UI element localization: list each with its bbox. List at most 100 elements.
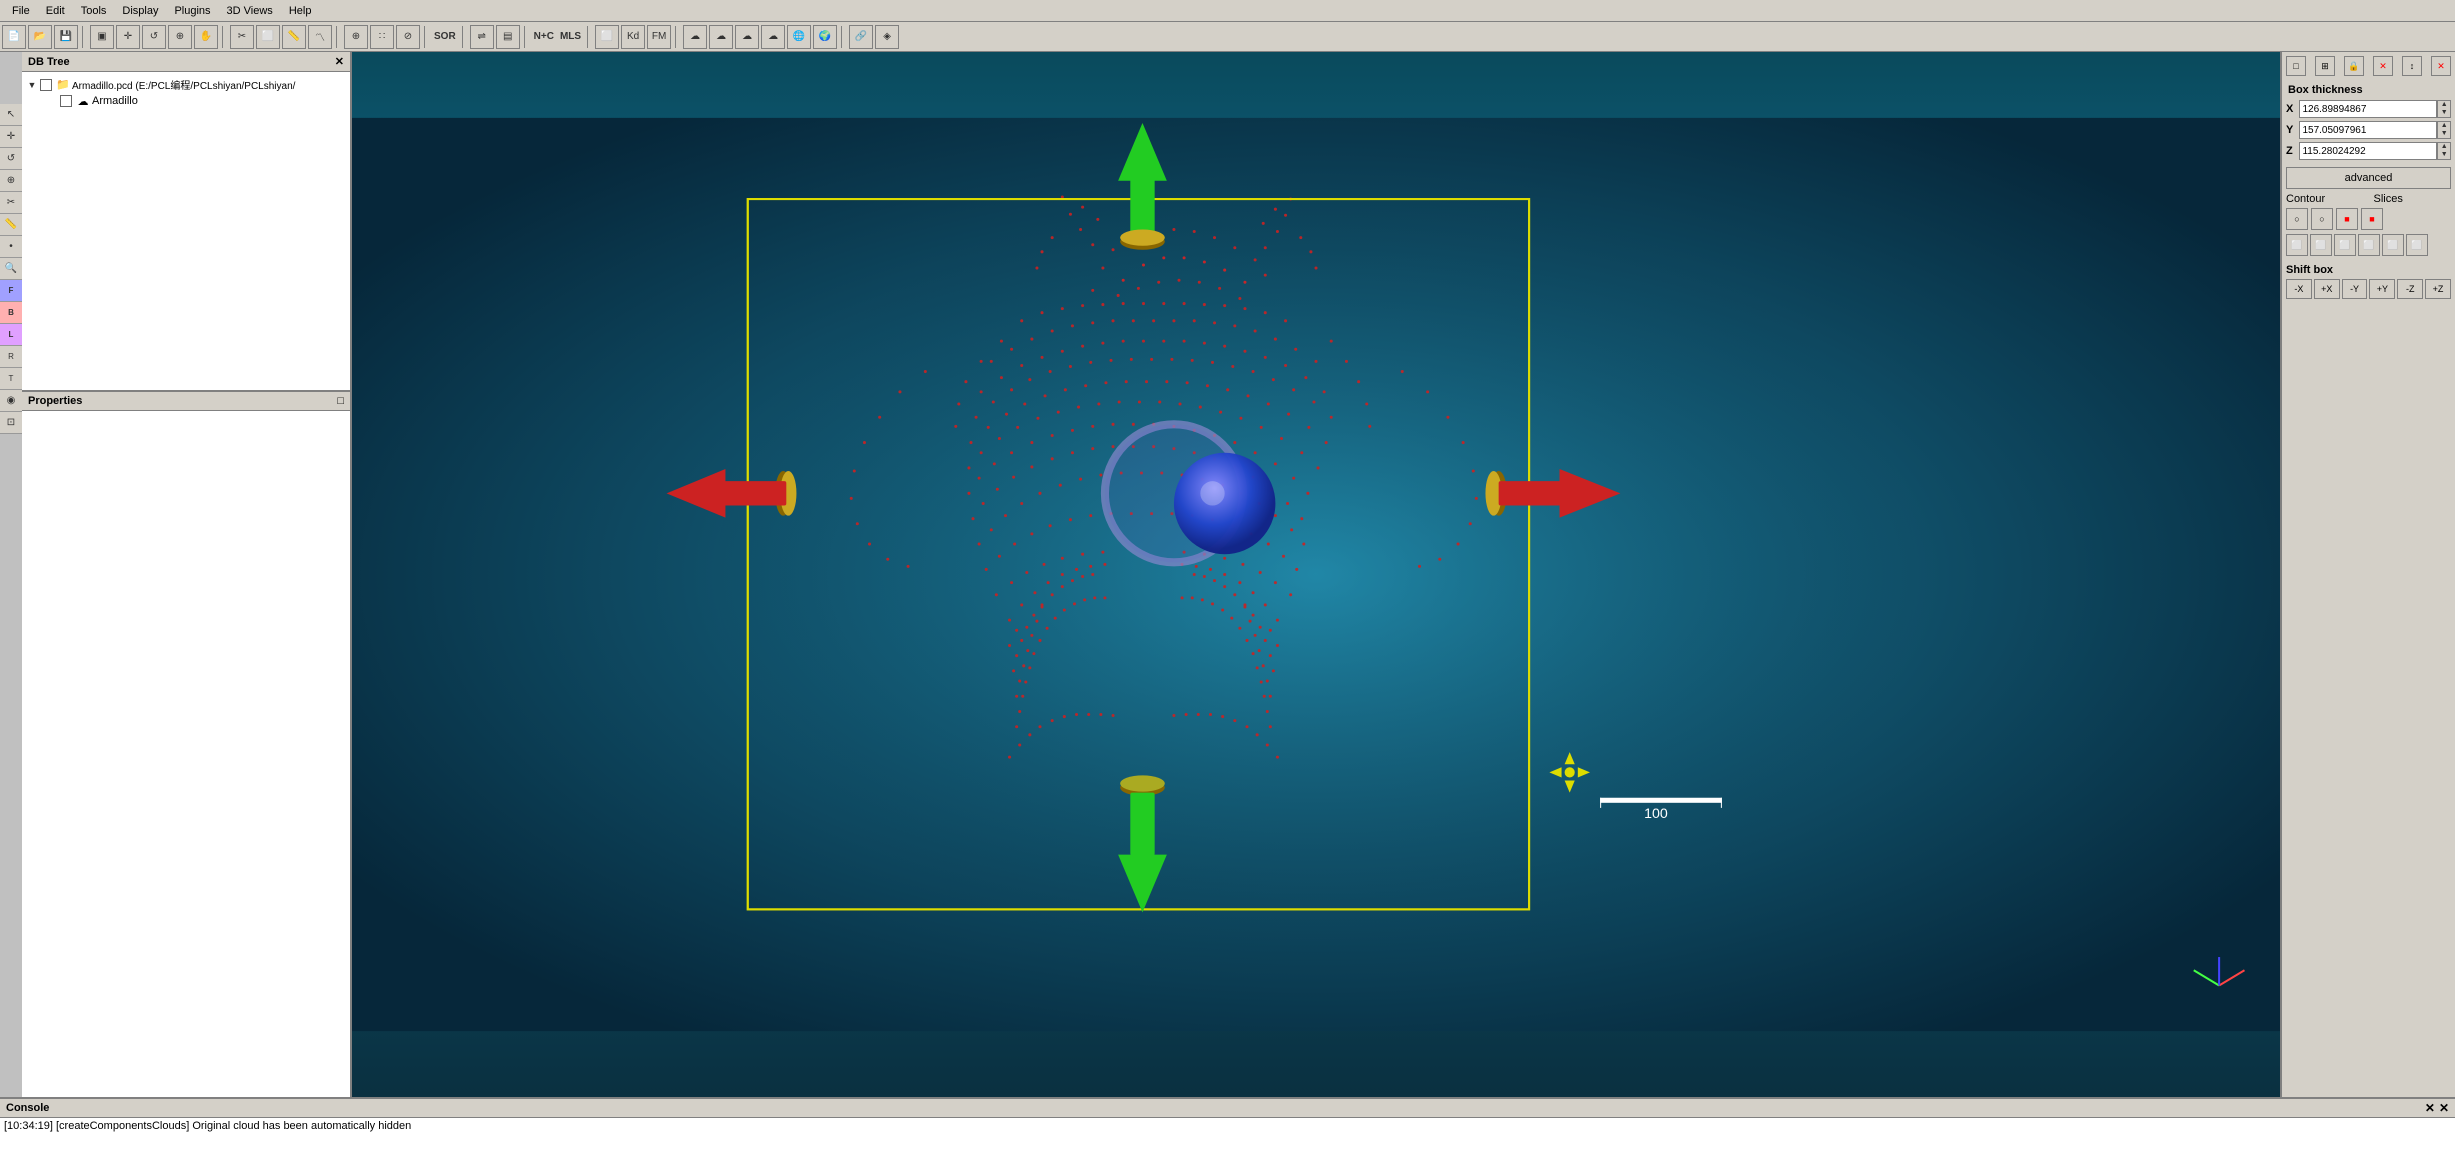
menu-3dviews[interactable]: 3D Views bbox=[219, 3, 281, 19]
icp-button[interactable]: ⇌ bbox=[470, 25, 494, 49]
folder-icon: 📁 bbox=[56, 78, 70, 92]
merge-button[interactable]: ⊕ bbox=[344, 25, 368, 49]
pan-button[interactable]: ✋ bbox=[194, 25, 218, 49]
shift-pos-x[interactable]: +X bbox=[2314, 279, 2340, 299]
tree-check-root[interactable] bbox=[40, 79, 52, 91]
viewport[interactable]: 100 bbox=[352, 52, 2280, 1097]
cloud3-button[interactable]: ☁ bbox=[735, 25, 759, 49]
shift-neg-x[interactable]: -X bbox=[2286, 279, 2312, 299]
menu-edit[interactable]: Edit bbox=[38, 3, 73, 19]
kd-label[interactable]: Kd bbox=[621, 25, 645, 49]
filter-button[interactable]: ⊘ bbox=[396, 25, 420, 49]
console-close-icon[interactable]: ✕ bbox=[2425, 1101, 2435, 1115]
front-view-btn[interactable]: F bbox=[0, 280, 22, 302]
search-icon-btn[interactable]: 🔍 bbox=[0, 258, 22, 280]
properties-expand-icon[interactable]: □ bbox=[337, 395, 344, 407]
spinner-up-x[interactable]: ▲ bbox=[2441, 101, 2448, 109]
grid-icon-btn[interactable]: ⊡ bbox=[0, 412, 22, 434]
circle-icon-btn[interactable]: ◉ bbox=[0, 390, 22, 412]
section-btn5[interactable]: ⬜ bbox=[2382, 234, 2404, 256]
section-btn6[interactable]: ⬜ bbox=[2406, 234, 2428, 256]
shift-pos-y[interactable]: +Y bbox=[2369, 279, 2395, 299]
section-btn1[interactable]: ⬜ bbox=[2286, 234, 2308, 256]
cloud2-button[interactable]: ☁ bbox=[709, 25, 733, 49]
measure-button[interactable]: 📏 bbox=[282, 25, 306, 49]
crop-button[interactable]: ⬜ bbox=[256, 25, 280, 49]
tree-item-root[interactable]: ▼ 📁 Armadillo.pcd (E:/PCL编程/PCLshiyan/PC… bbox=[26, 76, 346, 93]
tree-check-child[interactable] bbox=[60, 95, 72, 107]
section-btn3[interactable]: ⬜ bbox=[2334, 234, 2356, 256]
shift-pos-z[interactable]: +Z bbox=[2425, 279, 2451, 299]
translate-button[interactable]: ✛ bbox=[116, 25, 140, 49]
section-btn4[interactable]: ⬜ bbox=[2358, 234, 2380, 256]
spinner-down-x[interactable]: ▼ bbox=[2441, 109, 2448, 117]
plugin2-button[interactable]: ◈ bbox=[875, 25, 899, 49]
spinner-up-y[interactable]: ▲ bbox=[2441, 122, 2448, 130]
menu-tools[interactable]: Tools bbox=[73, 3, 115, 19]
profile-button[interactable]: 〽 bbox=[308, 25, 332, 49]
tree-item-armadillo[interactable]: ▶ ☁ Armadillo bbox=[26, 93, 346, 109]
contour-radio3[interactable]: ■ bbox=[2336, 208, 2358, 230]
rp-icon-close1[interactable]: ✕ bbox=[2373, 56, 2393, 76]
advanced-button[interactable]: advanced bbox=[2286, 167, 2451, 189]
fm-label[interactable]: FM bbox=[647, 25, 671, 49]
cursor-icon-btn[interactable]: ↖ bbox=[0, 104, 22, 126]
section-btn2[interactable]: ⬜ bbox=[2310, 234, 2332, 256]
contour-radio4[interactable]: ■ bbox=[2361, 208, 2383, 230]
ruler-icon-btn[interactable]: 📏 bbox=[0, 214, 22, 236]
console-x-icon[interactable]: ✕ bbox=[2439, 1101, 2449, 1115]
coord-row-y: Y ▲ ▼ bbox=[2286, 121, 2451, 139]
plugin1-button[interactable]: 🔗 bbox=[849, 25, 873, 49]
shift-neg-z[interactable]: -Z bbox=[2397, 279, 2423, 299]
left-view-btn[interactable]: L bbox=[0, 324, 22, 346]
point-icon-btn[interactable]: • bbox=[0, 236, 22, 258]
rp-icon-expand[interactable]: ↕ bbox=[2402, 56, 2422, 76]
menu-help[interactable]: Help bbox=[281, 3, 320, 19]
menu-display[interactable]: Display bbox=[114, 3, 166, 19]
segment-icon-btn[interactable]: ✂ bbox=[0, 192, 22, 214]
radio-group: ○ ○ ■ ■ bbox=[2286, 208, 2451, 230]
tree-arrow-root[interactable]: ▼ bbox=[26, 79, 38, 91]
earth-button[interactable]: 🌐 bbox=[787, 25, 811, 49]
open-button[interactable]: 📂 bbox=[28, 25, 52, 49]
subsample-button[interactable]: ∷ bbox=[370, 25, 394, 49]
zoom-icon-btn[interactable]: ⊕ bbox=[0, 170, 22, 192]
coord-spinner-x[interactable]: ▲ ▼ bbox=[2437, 100, 2451, 118]
coord-input-y[interactable] bbox=[2299, 121, 2437, 139]
rp-icon-lock[interactable]: 🔒 bbox=[2344, 56, 2364, 76]
coord-input-z[interactable] bbox=[2299, 142, 2437, 160]
right-view-btn[interactable]: R bbox=[0, 346, 22, 368]
coord-spinner-y[interactable]: ▲ ▼ bbox=[2437, 121, 2451, 139]
db-tree-title: DB Tree bbox=[28, 56, 70, 68]
top-view-btn[interactable]: T bbox=[0, 368, 22, 390]
back-view-btn[interactable]: B bbox=[0, 302, 22, 324]
select-button[interactable]: ▣ bbox=[90, 25, 114, 49]
rp-icon-close2[interactable]: ✕ bbox=[2431, 56, 2451, 76]
cloud1-button[interactable]: ☁ bbox=[683, 25, 707, 49]
coord-spinner-z[interactable]: ▲ ▼ bbox=[2437, 142, 2451, 160]
rotate-icon-btn[interactable]: ↺ bbox=[0, 148, 22, 170]
console-header: Console ✕ ✕ bbox=[0, 1099, 2455, 1118]
rp-icon-view2[interactable]: ⊞ bbox=[2315, 56, 2335, 76]
menu-file[interactable]: File bbox=[4, 3, 38, 19]
zoom-button[interactable]: ⊕ bbox=[168, 25, 192, 49]
spinner-up-z[interactable]: ▲ bbox=[2441, 143, 2448, 151]
spinner-down-y[interactable]: ▼ bbox=[2441, 130, 2448, 138]
rp-icon-view1[interactable]: □ bbox=[2286, 56, 2306, 76]
spinner-down-z[interactable]: ▼ bbox=[2441, 151, 2448, 159]
sf-button[interactable]: ▤ bbox=[496, 25, 520, 49]
menu-plugins[interactable]: Plugins bbox=[166, 3, 218, 19]
globe-button[interactable]: 🌍 bbox=[813, 25, 837, 49]
coord-input-x[interactable] bbox=[2299, 100, 2437, 118]
slice-button[interactable]: ⬜ bbox=[595, 25, 619, 49]
cloud4-button[interactable]: ☁ bbox=[761, 25, 785, 49]
save-button[interactable]: 💾 bbox=[54, 25, 78, 49]
shift-neg-y[interactable]: -Y bbox=[2342, 279, 2368, 299]
contour-radio1[interactable]: ○ bbox=[2286, 208, 2308, 230]
db-tree-close[interactable]: ✕ bbox=[335, 55, 344, 68]
segment-button[interactable]: ✂ bbox=[230, 25, 254, 49]
new-button[interactable]: 📄 bbox=[2, 25, 26, 49]
rotate-button[interactable]: ↺ bbox=[142, 25, 166, 49]
contour-radio2[interactable]: ○ bbox=[2311, 208, 2333, 230]
translate-icon-btn[interactable]: ✛ bbox=[0, 126, 22, 148]
